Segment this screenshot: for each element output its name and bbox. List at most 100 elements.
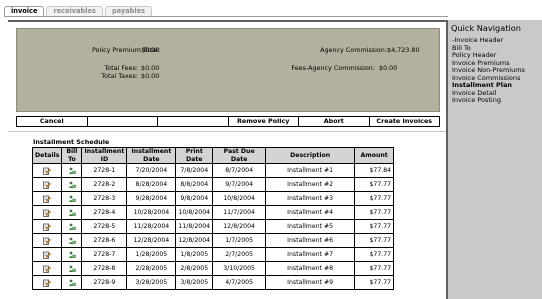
person-money-icon[interactable]: [68, 195, 76, 203]
edit-note-icon[interactable]: [43, 265, 52, 273]
table-body: 2728-1 7/20/2004 7/8/2004 8/7/2004 Installme…: [31, 163, 395, 290]
table-row: 2728-4 10/28/2004 10/8/2004 11/7/2004 Instal…: [31, 205, 395, 220]
col-details: Details: [31, 147, 63, 164]
total-fees-value: $0.00: [141, 64, 160, 72]
empty-button-2: [158, 117, 229, 126]
past-due-date-cell: 3/10/2005: [212, 261, 267, 276]
details-cell[interactable]: [31, 177, 63, 192]
table-header-row: Details Bill To Installment ID Installme…: [31, 147, 395, 164]
description-cell: Installment #7: [265, 247, 356, 262]
edit-note-icon[interactable]: [43, 237, 52, 245]
print-date-cell: 9/8/2004: [175, 191, 214, 206]
bill-to-cell[interactable]: [61, 219, 83, 234]
amount-cell: $77.84: [354, 163, 395, 178]
details-cell[interactable]: [31, 233, 63, 248]
amount-cell: $77.77: [354, 177, 395, 192]
installment-date-cell: 1/28/2005: [126, 247, 177, 262]
policy-premium-total-value: $0.00: [141, 46, 160, 54]
abort-button[interactable]: Abort: [299, 117, 370, 126]
fees-agency-commission-value: $0.00: [379, 64, 398, 72]
create-invoices-button[interactable]: Create Invoices: [370, 117, 440, 126]
details-cell[interactable]: [31, 163, 63, 178]
edit-note-icon[interactable]: [43, 181, 52, 189]
edit-note-icon[interactable]: [43, 223, 52, 231]
edit-note-icon[interactable]: [43, 209, 52, 217]
amount-cell: $77.77: [354, 275, 395, 290]
person-money-icon[interactable]: [68, 279, 76, 287]
tab-invoice[interactable]: invoice: [4, 6, 45, 16]
col-bill-to: Bill To: [61, 147, 83, 164]
details-cell[interactable]: [31, 247, 63, 262]
bill-to-cell[interactable]: [61, 191, 83, 206]
installment-id-cell: 2728-8: [81, 261, 128, 276]
table-row: 2728-8 2/28/2005 2/8/2005 3/10/2005 Installm…: [31, 261, 395, 276]
col-description: Description: [265, 147, 356, 164]
details-cell[interactable]: [31, 205, 63, 220]
details-cell[interactable]: [31, 191, 63, 206]
past-due-date-cell: 11/7/2004: [212, 205, 267, 220]
bill-to-cell[interactable]: [61, 247, 83, 262]
person-money-icon[interactable]: [68, 265, 76, 273]
print-date-cell: 8/8/2004: [175, 177, 214, 192]
invoice-summary: Policy Premium Total: $0.00 Agency Commi…: [16, 28, 440, 112]
tab-underline: [4, 16, 448, 17]
past-due-date-cell: 4/7/2005: [212, 275, 267, 290]
print-date-cell: 3/8/2005: [175, 275, 214, 290]
description-cell: Installment #4: [265, 205, 356, 220]
person-money-icon[interactable]: [68, 181, 76, 189]
print-date-cell: 2/8/2005: [175, 261, 214, 276]
description-cell: Installment #2: [265, 177, 356, 192]
agency-commission-value: $4,723.80: [387, 46, 420, 54]
installment-date-cell: 9/28/2004: [126, 191, 177, 206]
action-button-bar: Cancel Remove Policy Abort Create Invoic…: [16, 116, 440, 127]
installment-id-cell: 2728-5: [81, 219, 128, 234]
installment-date-cell: 7/20/2004: [126, 163, 177, 178]
installment-id-cell: 2728-7: [81, 247, 128, 262]
col-amount: Amount: [354, 147, 395, 164]
table-row: 2728-5 11/28/2004 11/8/2004 12/8/2004 Instal…: [31, 219, 395, 234]
edit-note-icon[interactable]: [43, 167, 52, 175]
quick-navigation: Quick Navigation -Invoice Header Bill To P…: [448, 20, 542, 299]
quick-navigation-list: -Invoice Header Bill To Policy Header Invoi…: [452, 36, 525, 105]
bill-to-cell[interactable]: [61, 261, 83, 276]
print-date-cell: 12/8/2004: [175, 233, 214, 248]
installment-schedule-title: Installment Schedule: [33, 138, 110, 146]
remove-policy-button[interactable]: Remove Policy: [229, 117, 299, 126]
quick-navigation-title: Quick Navigation: [451, 23, 521, 33]
installment-id-cell: 2728-2: [81, 177, 128, 192]
person-money-icon[interactable]: [68, 209, 76, 217]
amount-cell: $77.77: [354, 205, 395, 220]
edit-note-icon[interactable]: [43, 251, 52, 259]
amount-cell: $77.77: [354, 233, 395, 248]
person-money-icon[interactable]: [68, 251, 76, 259]
nav-item-invoice-posting[interactable]: Invoice Posting: [452, 96, 525, 105]
empty-button-1: [88, 117, 158, 126]
table-row: 2728-9 3/28/2005 3/8/2005 4/7/2005 Installme…: [31, 275, 395, 290]
details-cell[interactable]: [31, 219, 63, 234]
details-cell[interactable]: [31, 261, 63, 276]
table-row: 2728-7 1/28/2005 1/8/2005 2/7/2005 Installme…: [31, 247, 395, 262]
installment-schedule-table: Details Bill To Installment ID Installme…: [31, 147, 395, 290]
edit-note-icon[interactable]: [43, 279, 52, 287]
tab-receivables[interactable]: receivables: [46, 6, 103, 16]
person-money-icon[interactable]: [68, 237, 76, 245]
policy-premium-total-label: Policy Premium Total:: [92, 46, 160, 54]
fees-agency-commission-label: Fees-Agency Commission:: [291, 64, 375, 72]
bill-to-cell[interactable]: [61, 177, 83, 192]
person-money-icon[interactable]: [68, 167, 76, 175]
past-due-date-cell: 10/8/2004: [212, 191, 267, 206]
details-cell[interactable]: [31, 275, 63, 290]
bill-to-cell[interactable]: [61, 233, 83, 248]
bill-to-cell[interactable]: [61, 163, 83, 178]
edit-note-icon[interactable]: [43, 195, 52, 203]
tab-payables[interactable]: payables: [104, 6, 153, 16]
bill-to-cell[interactable]: [61, 275, 83, 290]
past-due-date-cell: 1/7/2005: [212, 233, 267, 248]
bill-to-cell[interactable]: [61, 205, 83, 220]
total-fees-label: Total Fees:: [104, 64, 138, 72]
total-taxes-value: $0.00: [141, 72, 160, 80]
installment-date-cell: 10/28/2004: [126, 205, 177, 220]
description-cell: Installment #6: [265, 233, 356, 248]
person-money-icon[interactable]: [68, 223, 76, 231]
cancel-button[interactable]: Cancel: [17, 117, 88, 126]
